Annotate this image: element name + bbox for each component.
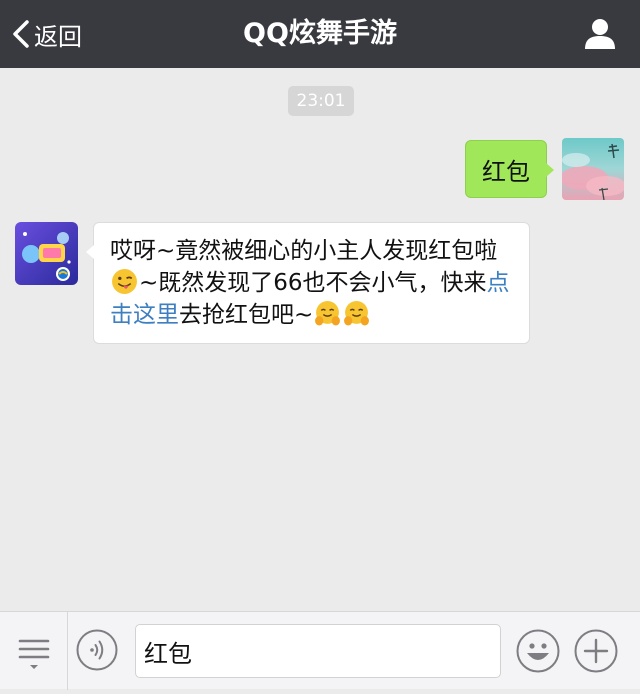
winking-tongue-emoji-icon xyxy=(112,269,137,294)
outgoing-message-bubble[interactable]: 红包 xyxy=(465,140,554,198)
hug-emoji-icon xyxy=(315,301,341,326)
smile-icon xyxy=(516,629,560,673)
chat-area[interactable]: 23:01 红包 哎呀~竟然被细心的小主人发现红包啦~既然发现了66也不会小气，… xyxy=(0,68,640,611)
incoming-message-text-part3: 去抢红包吧~ xyxy=(179,302,314,328)
official-account-avatar[interactable] xyxy=(15,222,78,285)
outgoing-message-text: 红包 xyxy=(482,157,530,186)
incoming-message-text-part2: ~既然发现了66也不会小气，快来 xyxy=(139,270,487,296)
menu-list-icon xyxy=(18,639,50,669)
message-composer-bar xyxy=(0,611,640,690)
chevron-left-icon xyxy=(13,20,29,48)
message-timestamp: 23:01 xyxy=(288,86,354,116)
more-options-button[interactable] xyxy=(574,629,618,673)
incoming-message-bubble[interactable]: 哎呀~竟然被细心的小主人发现红包啦 ~既然发现了66也不会小气，快来点击这里去抢… xyxy=(86,222,530,344)
profile-button[interactable] xyxy=(582,17,618,51)
game-logo-icon xyxy=(15,222,78,285)
hug-emoji-icon xyxy=(344,301,370,326)
person-icon xyxy=(585,19,615,49)
message-input[interactable] xyxy=(135,624,501,678)
incoming-message-text-part1: 哎呀~竟然被细心的小主人发现红包啦 xyxy=(110,238,498,264)
voice-input-button[interactable] xyxy=(76,629,118,671)
back-button[interactable]: 返回 xyxy=(12,14,82,54)
top-navigation-bar: 返回 QQ炫舞手游 xyxy=(0,0,640,68)
voice-icon xyxy=(76,629,118,671)
page-title: QQ炫舞手游 xyxy=(243,18,397,49)
menu-toggle-button[interactable] xyxy=(0,612,68,690)
avatar-image xyxy=(562,138,624,200)
plus-icon xyxy=(574,629,618,673)
my-avatar[interactable] xyxy=(562,138,624,200)
emoji-button[interactable] xyxy=(516,629,560,673)
back-label: 返回 xyxy=(34,22,82,51)
